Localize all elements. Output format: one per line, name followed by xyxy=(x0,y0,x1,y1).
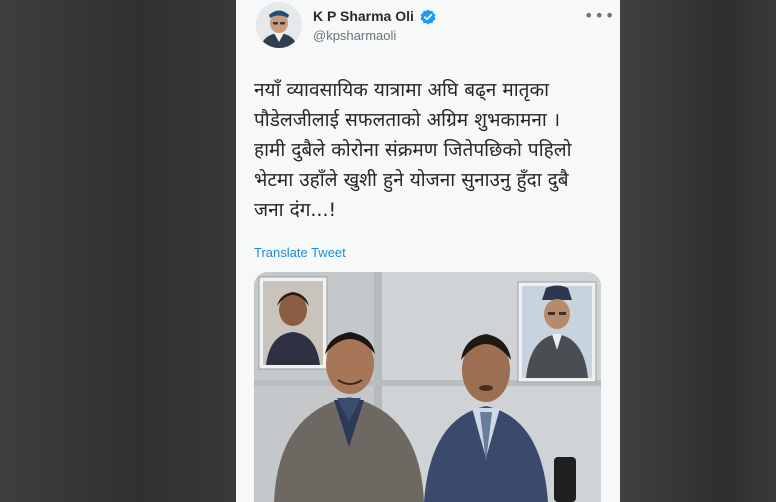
background-left xyxy=(0,0,236,502)
verified-badge-icon xyxy=(420,9,436,25)
tweet-photo-image xyxy=(254,272,601,502)
avatar[interactable] xyxy=(256,2,302,48)
background-right xyxy=(620,0,776,502)
tweet-text-line: नयाँ व्यावसायिक यात्रामा अघि बढ्न मातृका xyxy=(254,79,550,101)
tweet-text-line: पौडेलजीलाई सफलताको अग्रिम शुभकामना । xyxy=(254,109,561,131)
tweet-photo[interactable] xyxy=(254,272,601,502)
tweet-text: नयाँ व्यावसायिक यात्रामा अघि बढ्न मातृका… xyxy=(254,75,610,225)
tweet-text-line: हामी दुबैले कोरोना संक्रमण जितेपछिको पहि… xyxy=(254,139,572,161)
tweet-text-line: जना दंग...! xyxy=(254,199,337,221)
author-name[interactable]: K P Sharma Oli xyxy=(313,8,414,24)
author-handle[interactable]: @kpsharmaoli xyxy=(313,28,396,43)
translate-tweet-link[interactable]: Translate Tweet xyxy=(254,245,346,260)
tweet-card: K P Sharma Oli @kpsharmaoli ••• नयाँ व्य… xyxy=(236,0,620,502)
avatar-portrait-icon xyxy=(256,2,302,48)
more-options-icon[interactable]: ••• xyxy=(584,6,615,25)
tweet-text-line: भेटमा उहाँले खुशी हुने योजना सुनाउनु हुँ… xyxy=(254,169,569,191)
